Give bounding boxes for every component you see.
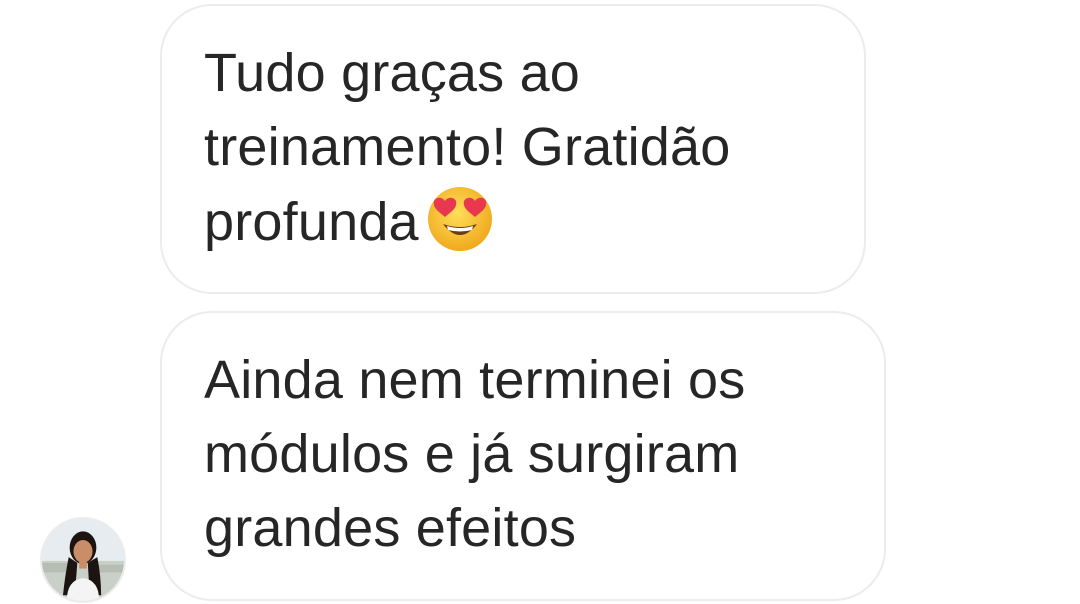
message-line-text: profunda: [204, 192, 419, 252]
message-line: grandes efeitos: [204, 498, 577, 558]
message-line: treinamento! Gratidão: [204, 117, 731, 177]
message-bubble[interactable]: Tudo graças ao treinamento! Gratidão pro…: [160, 4, 866, 294]
chat-thread: Tudo graças ao treinamento! Gratidão pro…: [0, 0, 1080, 604]
heart-eyes-emoji-icon: [425, 184, 495, 254]
message-bubble[interactable]: Ainda nem terminei os módulos e já surgi…: [160, 311, 886, 601]
message-line-with-emoji: profunda: [204, 184, 824, 259]
message-line: Tudo graças ao: [204, 43, 581, 103]
avatar[interactable]: [40, 517, 126, 603]
message-line: módulos e já surgiram: [204, 424, 740, 484]
message-line: Ainda nem terminei os: [204, 350, 746, 410]
profile-photo-avatar-icon: [42, 519, 124, 601]
